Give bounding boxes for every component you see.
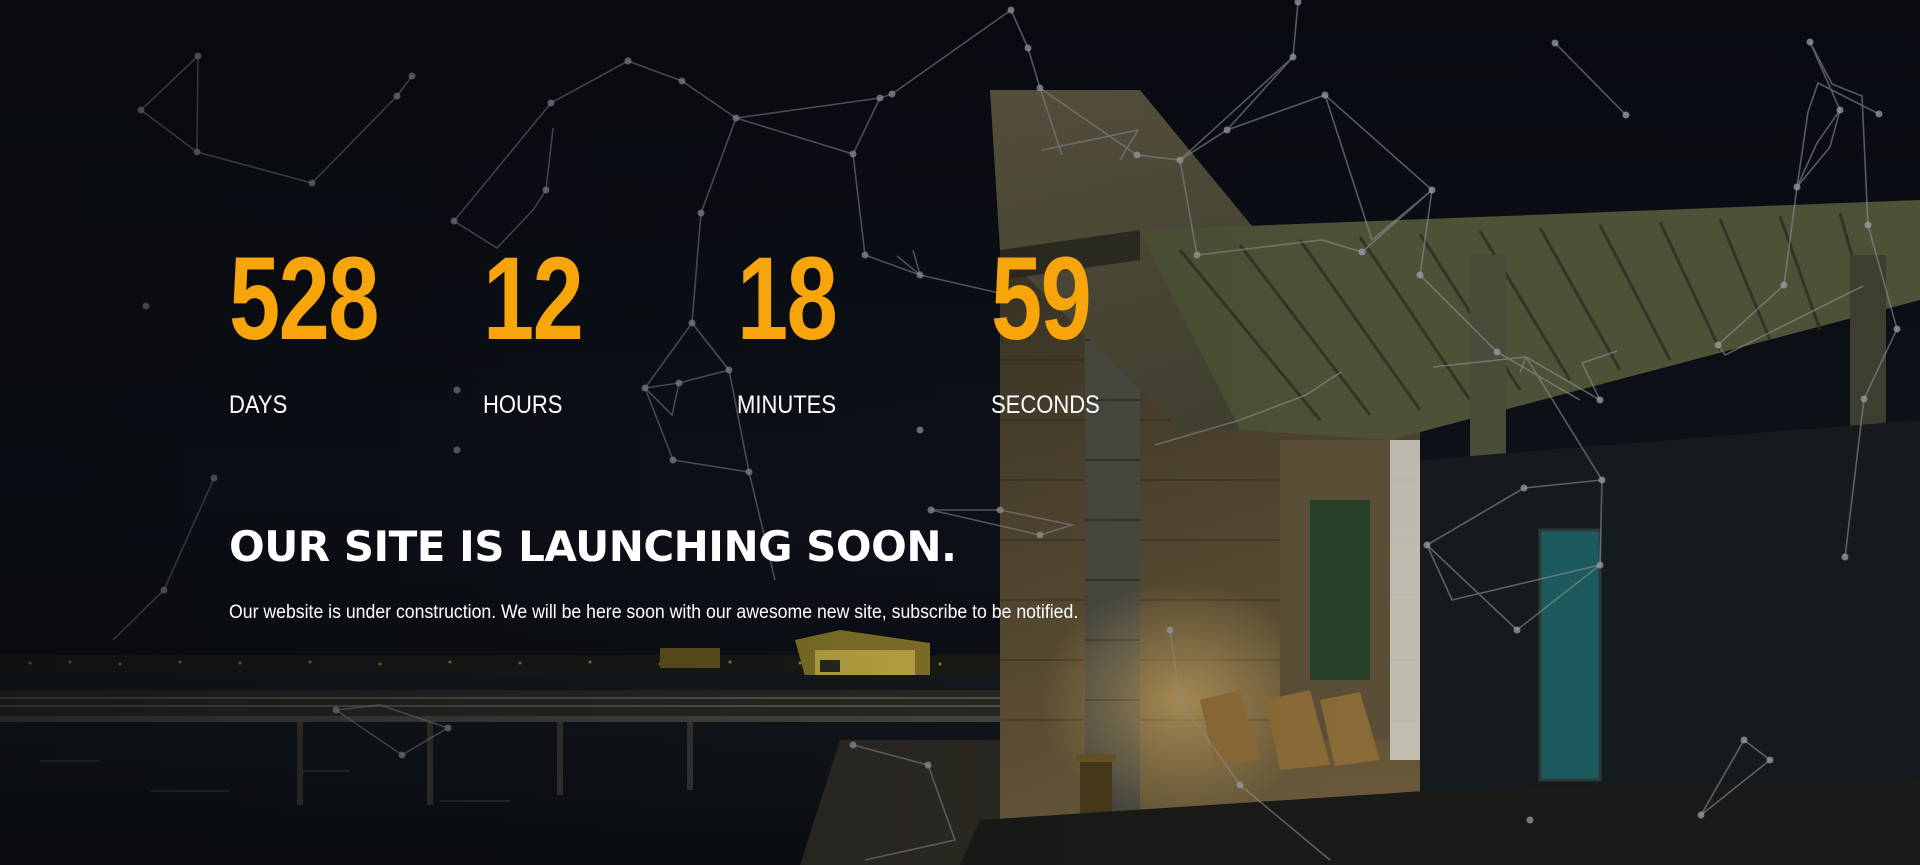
days-value: 528 bbox=[229, 233, 379, 365]
countdown-days: 528 DAYS bbox=[229, 240, 483, 420]
hours-label: HOURS bbox=[483, 391, 563, 419]
page-headline: OUR SITE IS LAUNCHING SOON. bbox=[229, 522, 957, 571]
countdown-hours: 12 HOURS bbox=[483, 240, 737, 420]
days-label: DAYS bbox=[229, 391, 288, 419]
hours-value: 12 bbox=[483, 233, 584, 365]
seconds-value: 59 bbox=[991, 233, 1092, 365]
seconds-label: SECONDS bbox=[991, 391, 1100, 419]
minutes-label: MINUTES bbox=[737, 391, 836, 419]
countdown-timer: 528 DAYS 12 HOURS 18 MINUTES 59 SECONDS bbox=[229, 240, 1429, 420]
countdown-seconds: 59 SECONDS bbox=[991, 240, 1245, 420]
page-subtext: Our website is under construction. We wi… bbox=[229, 602, 1079, 624]
coming-soon-content: 528 DAYS 12 HOURS 18 MINUTES 59 SECONDS … bbox=[229, 240, 1429, 645]
minutes-value: 18 bbox=[737, 233, 838, 365]
countdown-minutes: 18 MINUTES bbox=[737, 240, 991, 420]
